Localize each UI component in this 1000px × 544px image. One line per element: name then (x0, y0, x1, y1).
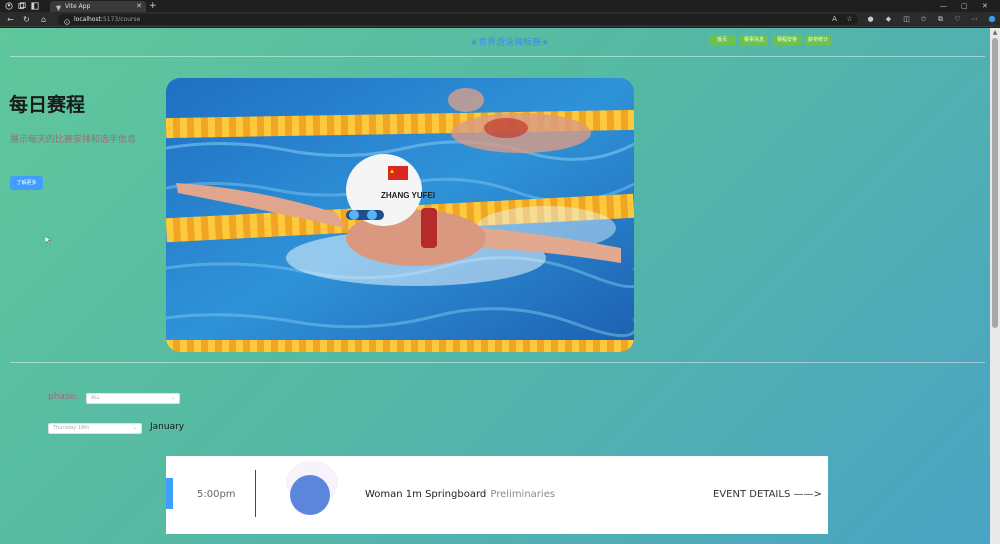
scroll-up-icon[interactable]: ▲ (991, 29, 999, 37)
chevron-down-icon: ⌄ (132, 425, 137, 431)
nav-event-info-button[interactable]: 赛事信息 (740, 35, 768, 46)
nav-home-button[interactable]: 首页 (709, 35, 735, 46)
refresh-icon[interactable]: ↻ (22, 15, 31, 24)
event-phase: · Preliminaries (484, 489, 556, 500)
extension-icon[interactable]: ● (866, 15, 875, 24)
cap-name-text: ZHANG YUFEI (381, 191, 435, 200)
card-accent-bar (166, 478, 173, 509)
profile-icon[interactable] (5, 2, 13, 10)
new-tab-button[interactable]: + (149, 1, 157, 11)
extension-puzzle-icon[interactable]: ◆ (884, 15, 893, 24)
learn-more-button[interactable]: 了解更多 (10, 176, 43, 190)
event-time: 5:00pm (197, 489, 236, 500)
read-aloud-icon[interactable]: A (830, 15, 839, 24)
event-avatar (290, 475, 330, 515)
tab-title: Vite App (65, 3, 91, 10)
close-window-button[interactable]: ✕ (982, 1, 988, 11)
date-select-value: Thursday 18th (53, 425, 90, 431)
copilot-icon[interactable] (987, 15, 996, 24)
url-text: localhost:5173/course (74, 16, 140, 23)
event-name: Woman 1m Springboard (365, 489, 487, 500)
card-separator (255, 470, 256, 517)
url-field[interactable]: localhost:5173/course (58, 14, 858, 25)
header-divider (10, 56, 985, 57)
nav-schedule-button[interactable]: 赛程安排 (773, 35, 801, 46)
url-host: localhost: (74, 16, 103, 23)
section-divider (10, 362, 985, 363)
home-icon[interactable]: ⌂ (39, 15, 48, 24)
browser-address-bar: ← ↻ ⌂ localhost:5173/course A ☆ ● ◆ ◫ ✩ … (0, 12, 1000, 27)
event-details-link[interactable]: EVENT DETAILS ——> (713, 489, 822, 500)
hero-subtitle: 展示每天的比赛安排和选手信息 (10, 135, 137, 145)
month-label: January (150, 422, 185, 432)
back-icon[interactable]: ← (6, 15, 15, 24)
workspaces-icon[interactable] (18, 2, 26, 10)
split-screen-icon[interactable]: ◫ (902, 15, 911, 24)
tab-actions-icon[interactable] (31, 2, 39, 10)
tab-close-icon[interactable]: ✕ (136, 3, 142, 10)
maximize-button[interactable]: ▢ (961, 1, 968, 11)
info-icon[interactable] (64, 10, 70, 29)
hero-title: 每日赛程 (9, 94, 86, 116)
mouse-cursor-icon (45, 236, 51, 244)
minimize-button[interactable]: — (940, 1, 947, 11)
site-title: ★世界游泳锦标赛★ (470, 38, 550, 48)
browser-tab-bar: Vite App ✕ + — ▢ ✕ (0, 0, 1000, 12)
phase-select[interactable]: ALL ⌄ (86, 393, 180, 404)
site-header: ★世界游泳锦标赛★ 首页 赛事信息 赛程安排 获奖统计 (0, 28, 990, 56)
favorites-icon[interactable]: ✩ (919, 15, 928, 24)
nav-awards-button[interactable]: 获奖统计 (805, 35, 831, 46)
collections-icon[interactable]: ⧉ (936, 15, 945, 24)
scrollbar-thumb[interactable] (992, 38, 998, 328)
date-select[interactable]: Thursday 18th ⌄ (48, 423, 142, 434)
chevron-down-icon: ⌄ (170, 395, 175, 401)
more-menu-icon[interactable]: ⋯ (970, 15, 979, 24)
phase-select-value: ALL (91, 395, 100, 401)
hero-swimmer-image: ZHANG YUFEI (166, 78, 634, 352)
page-viewport: ★世界游泳锦标赛★ 首页 赛事信息 赛程安排 获奖统计 每日赛程 展示每天的比赛… (0, 28, 990, 544)
schedule-card[interactable]: 5:00pm Woman 1m Springboard · Preliminar… (166, 456, 828, 534)
url-path: 5173/course (102, 16, 141, 23)
performance-icon[interactable]: ♡ (953, 15, 962, 24)
favorite-star-icon[interactable]: ☆ (845, 15, 854, 24)
phase-label: phase: (48, 392, 79, 402)
